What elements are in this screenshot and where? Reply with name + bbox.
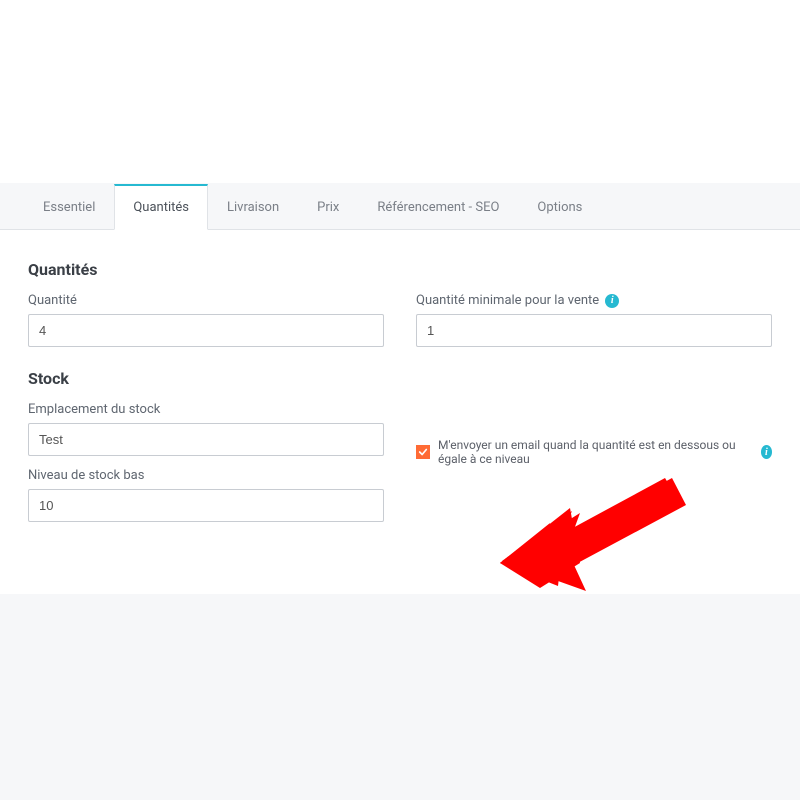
tab-panel-quantities: Quantités Quantité Quantité minimale pou… bbox=[0, 230, 800, 594]
tab-options[interactable]: Options bbox=[518, 184, 601, 230]
section-stock-heading: Stock bbox=[28, 369, 772, 388]
section-quantities-heading: Quantités bbox=[28, 260, 772, 279]
email-alert-row: M'envoyer un email quand la quantité est… bbox=[416, 432, 772, 466]
tab-seo[interactable]: Référencement - SEO bbox=[358, 184, 518, 230]
settings-panel: Essentiel Quantités Livraison Prix Référ… bbox=[0, 183, 800, 800]
tab-essential[interactable]: Essentiel bbox=[24, 184, 114, 230]
stock-location-input[interactable] bbox=[28, 423, 384, 456]
stock-location-label: Emplacement du stock bbox=[28, 402, 384, 417]
quantity-label: Quantité bbox=[28, 293, 384, 308]
row-quantity: Quantité Quantité minimale pour la vente… bbox=[28, 293, 772, 359]
checkmark-icon bbox=[418, 447, 428, 457]
email-alert-label: M'envoyer un email quand la quantité est… bbox=[438, 438, 753, 466]
tab-price[interactable]: Prix bbox=[298, 184, 358, 230]
info-icon[interactable]: i bbox=[605, 294, 619, 308]
tab-delivery[interactable]: Livraison bbox=[208, 184, 298, 230]
min-sale-qty-label-text: Quantité minimale pour la vente bbox=[416, 293, 599, 308]
min-sale-qty-label: Quantité minimale pour la vente i bbox=[416, 293, 772, 308]
row-stock: Emplacement du stock Niveau de stock bas… bbox=[28, 402, 772, 534]
low-stock-label: Niveau de stock bas bbox=[28, 468, 384, 483]
tab-quantities[interactable]: Quantités bbox=[114, 184, 208, 230]
info-icon[interactable]: i bbox=[761, 445, 772, 459]
low-stock-input[interactable] bbox=[28, 489, 384, 522]
min-sale-qty-input[interactable] bbox=[416, 314, 772, 347]
tabs-bar: Essentiel Quantités Livraison Prix Référ… bbox=[0, 183, 800, 230]
quantity-input[interactable] bbox=[28, 314, 384, 347]
email-alert-checkbox[interactable] bbox=[416, 445, 430, 459]
